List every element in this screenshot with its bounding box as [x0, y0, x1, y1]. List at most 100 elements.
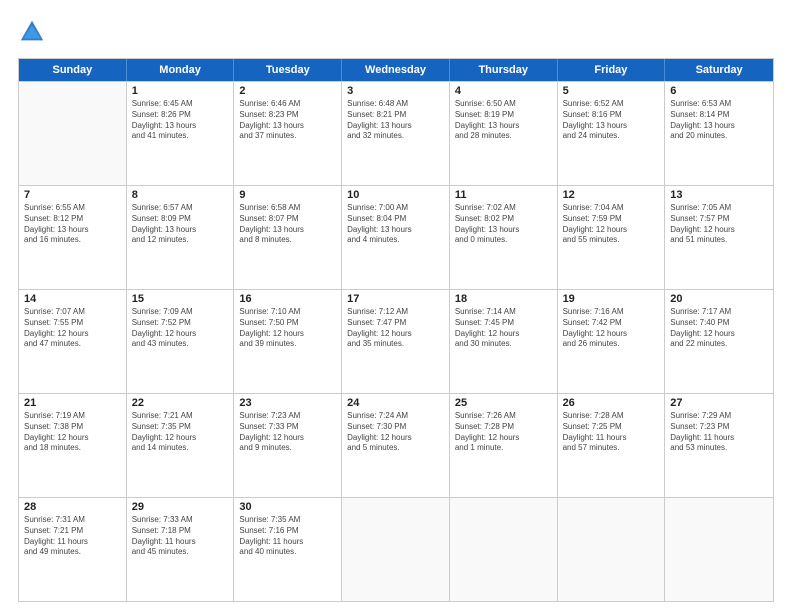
calendar-cell: 14Sunrise: 7:07 AMSunset: 7:55 PMDayligh…	[19, 290, 127, 393]
cell-info-line: Sunrise: 7:26 AM	[455, 411, 552, 422]
day-number: 2	[239, 85, 336, 97]
cell-info-line: and 53 minutes.	[670, 443, 768, 454]
calendar-cell: 17Sunrise: 7:12 AMSunset: 7:47 PMDayligh…	[342, 290, 450, 393]
cell-info-line: Sunrise: 6:53 AM	[670, 99, 768, 110]
weekday-header-friday: Friday	[558, 59, 666, 81]
calendar-cell: 2Sunrise: 6:46 AMSunset: 8:23 PMDaylight…	[234, 82, 342, 185]
calendar-row-2: 7Sunrise: 6:55 AMSunset: 8:12 PMDaylight…	[19, 185, 773, 289]
cell-info-line: Daylight: 12 hours	[455, 329, 552, 340]
calendar-cell: 25Sunrise: 7:26 AMSunset: 7:28 PMDayligh…	[450, 394, 558, 497]
day-number: 14	[24, 293, 121, 305]
cell-info-line: Sunrise: 7:09 AM	[132, 307, 229, 318]
cell-info-line: and 16 minutes.	[24, 235, 121, 246]
cell-info-line: Daylight: 12 hours	[563, 329, 660, 340]
calendar-cell: 1Sunrise: 6:45 AMSunset: 8:26 PMDaylight…	[127, 82, 235, 185]
cell-info-line: Sunset: 7:25 PM	[563, 422, 660, 433]
day-number: 1	[132, 85, 229, 97]
cell-info-line: Daylight: 12 hours	[347, 433, 444, 444]
day-number: 4	[455, 85, 552, 97]
day-number: 19	[563, 293, 660, 305]
logo	[18, 18, 50, 46]
cell-info-line: Sunset: 7:18 PM	[132, 526, 229, 537]
cell-info-line: and 39 minutes.	[239, 339, 336, 350]
weekday-header-thursday: Thursday	[450, 59, 558, 81]
cell-info-line: Sunset: 7:55 PM	[24, 318, 121, 329]
calendar-cell: 18Sunrise: 7:14 AMSunset: 7:45 PMDayligh…	[450, 290, 558, 393]
calendar-page: SundayMondayTuesdayWednesdayThursdayFrid…	[0, 0, 792, 612]
cell-info-line: and 55 minutes.	[563, 235, 660, 246]
cell-info-line: and 49 minutes.	[24, 547, 121, 558]
cell-info-line: Sunset: 7:52 PM	[132, 318, 229, 329]
cell-info-line: and 22 minutes.	[670, 339, 768, 350]
calendar-cell	[19, 82, 127, 185]
cell-info-line: Daylight: 12 hours	[239, 329, 336, 340]
calendar-cell: 22Sunrise: 7:21 AMSunset: 7:35 PMDayligh…	[127, 394, 235, 497]
cell-info-line: Sunset: 7:33 PM	[239, 422, 336, 433]
cell-info-line: and 26 minutes.	[563, 339, 660, 350]
cell-info-line: and 28 minutes.	[455, 131, 552, 142]
cell-info-line: and 24 minutes.	[563, 131, 660, 142]
cell-info-line: Sunset: 7:16 PM	[239, 526, 336, 537]
cell-info-line: and 4 minutes.	[347, 235, 444, 246]
cell-info-line: Sunrise: 7:05 AM	[670, 203, 768, 214]
calendar-cell: 4Sunrise: 6:50 AMSunset: 8:19 PMDaylight…	[450, 82, 558, 185]
cell-info-line: Daylight: 12 hours	[563, 225, 660, 236]
cell-info-line: Sunrise: 6:50 AM	[455, 99, 552, 110]
cell-info-line: Daylight: 12 hours	[670, 225, 768, 236]
calendar-cell: 12Sunrise: 7:04 AMSunset: 7:59 PMDayligh…	[558, 186, 666, 289]
cell-info-line: Sunset: 7:38 PM	[24, 422, 121, 433]
calendar-cell: 29Sunrise: 7:33 AMSunset: 7:18 PMDayligh…	[127, 498, 235, 601]
cell-info-line: Sunrise: 7:12 AM	[347, 307, 444, 318]
day-number: 10	[347, 189, 444, 201]
cell-info-line: Daylight: 13 hours	[455, 225, 552, 236]
cell-info-line: Sunrise: 7:31 AM	[24, 515, 121, 526]
cell-info-line: Sunrise: 7:29 AM	[670, 411, 768, 422]
day-number: 28	[24, 501, 121, 513]
cell-info-line: Daylight: 13 hours	[24, 225, 121, 236]
cell-info-line: and 18 minutes.	[24, 443, 121, 454]
cell-info-line: Daylight: 12 hours	[24, 433, 121, 444]
cell-info-line: Sunrise: 6:58 AM	[239, 203, 336, 214]
cell-info-line: and 32 minutes.	[347, 131, 444, 142]
calendar-cell: 30Sunrise: 7:35 AMSunset: 7:16 PMDayligh…	[234, 498, 342, 601]
day-number: 22	[132, 397, 229, 409]
calendar-cell	[342, 498, 450, 601]
cell-info-line: Daylight: 11 hours	[24, 537, 121, 548]
day-number: 11	[455, 189, 552, 201]
day-number: 9	[239, 189, 336, 201]
cell-info-line: Daylight: 13 hours	[347, 225, 444, 236]
logo-icon	[18, 18, 46, 46]
calendar-cell: 26Sunrise: 7:28 AMSunset: 7:25 PMDayligh…	[558, 394, 666, 497]
cell-info-line: Sunset: 7:35 PM	[132, 422, 229, 433]
calendar-header: SundayMondayTuesdayWednesdayThursdayFrid…	[19, 59, 773, 81]
calendar-cell: 20Sunrise: 7:17 AMSunset: 7:40 PMDayligh…	[665, 290, 773, 393]
cell-info-line: Sunrise: 7:04 AM	[563, 203, 660, 214]
cell-info-line: Sunrise: 6:46 AM	[239, 99, 336, 110]
calendar-cell: 19Sunrise: 7:16 AMSunset: 7:42 PMDayligh…	[558, 290, 666, 393]
day-number: 27	[670, 397, 768, 409]
cell-info-line: Daylight: 13 hours	[239, 121, 336, 132]
cell-info-line: Sunrise: 7:02 AM	[455, 203, 552, 214]
cell-info-line: and 1 minute.	[455, 443, 552, 454]
cell-info-line: Daylight: 12 hours	[132, 433, 229, 444]
calendar-row-3: 14 Sunrise: 7:07 AMSunset: 7:55 PM Dayligh…	[19, 289, 773, 393]
cell-info-line: Daylight: 13 hours	[455, 121, 552, 132]
calendar-cell: 28Sunrise: 7:31 AMSunset: 7:21 PMDayligh…	[19, 498, 127, 601]
calendar-cell: 7Sunrise: 6:55 AMSunset: 8:12 PMDaylight…	[19, 186, 127, 289]
calendar-cell: 8Sunrise: 6:57 AMSunset: 8:09 PMDaylight…	[127, 186, 235, 289]
day-number: 24	[347, 397, 444, 409]
day-number: 30	[239, 501, 336, 513]
day-number: 26	[563, 397, 660, 409]
calendar-cell: 10Sunrise: 7:00 AMSunset: 8:04 PMDayligh…	[342, 186, 450, 289]
cell-info-line: Daylight: 11 hours	[563, 433, 660, 444]
cell-info-line: Sunrise: 7:35 AM	[239, 515, 336, 526]
cell-info-line: and 20 minutes.	[670, 131, 768, 142]
day-number: 8	[132, 189, 229, 201]
calendar-cell: 16Sunrise: 7:10 AMSunset: 7:50 PMDayligh…	[234, 290, 342, 393]
calendar-row-4: 21Sunrise: 7:19 AMSunset: 7:38 PMDayligh…	[19, 393, 773, 497]
weekday-header-wednesday: Wednesday	[342, 59, 450, 81]
cell-info-line: and 12 minutes.	[132, 235, 229, 246]
day-number: 16	[239, 293, 336, 305]
day-number: 23	[239, 397, 336, 409]
cell-info-line: Sunrise: 7:07 AM	[24, 307, 121, 318]
